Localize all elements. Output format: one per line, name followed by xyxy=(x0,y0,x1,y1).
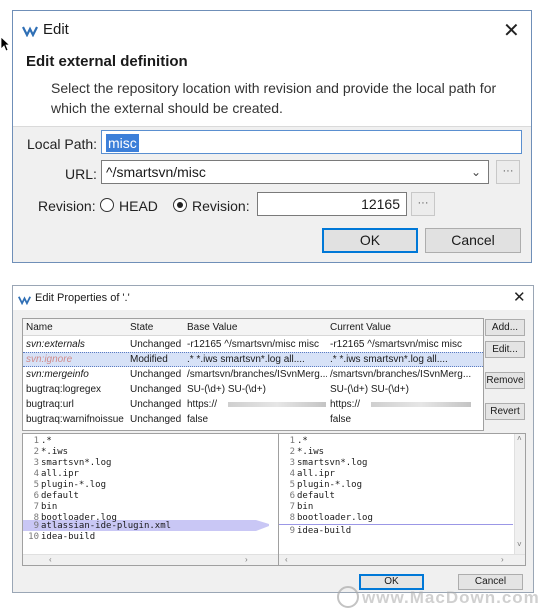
property-current-value: -r12165 ^/smartsvn/misc misc xyxy=(330,339,462,350)
redacted-url-bar xyxy=(228,402,326,407)
code-line: 3 smartsvn*.log xyxy=(33,458,112,468)
property-name: svn:externals xyxy=(26,339,85,350)
browse-revision-button[interactable]: ··· xyxy=(411,192,435,216)
remove-button[interactable]: Remove xyxy=(485,372,525,389)
head-radio[interactable] xyxy=(100,198,114,212)
revision-radio[interactable] xyxy=(173,198,187,212)
close-icon[interactable]: ✕ xyxy=(513,288,526,306)
edit-properties-dialog: Edit Properties of '.' ✕ Name State Base… xyxy=(12,285,534,593)
redacted-url-bar xyxy=(371,402,471,407)
table-row[interactable]: svn:mergeinfo Unchanged /smartsvn/branch… xyxy=(23,367,483,382)
property-state: Unchanged xyxy=(130,339,182,350)
table-row[interactable]: bugtraq:url Unchanged https:// https:// xyxy=(23,397,483,412)
local-path-label: Local Path: xyxy=(27,136,98,152)
local-path-input[interactable]: misc xyxy=(101,130,522,154)
url-combobox[interactable]: ^/smartsvn/misc xyxy=(101,160,489,184)
watermark-text: www.MacDown.com xyxy=(362,588,540,607)
property-state: Unchanged xyxy=(130,369,182,380)
code-line: 6 default xyxy=(33,491,79,501)
table-header: Name State Base Value Current Value xyxy=(23,319,483,336)
code-line: 1 .* xyxy=(33,436,52,446)
property-state: Unchanged xyxy=(130,414,182,425)
code-line: 1 .* xyxy=(289,436,308,446)
property-base-value: .* *.iws smartsvn*.log all.... xyxy=(187,354,305,365)
column-header-state[interactable]: State xyxy=(130,322,182,333)
property-name: svn:ignore xyxy=(26,354,73,365)
property-name: bugtraq:warnifnoissue xyxy=(26,414,124,425)
window-title: Edit xyxy=(43,21,69,38)
property-base-value: https:// xyxy=(187,399,218,410)
horizontal-scrollbar[interactable]: ‹ › xyxy=(279,554,525,565)
revert-button[interactable]: Revert xyxy=(485,403,525,420)
property-state: Modified xyxy=(130,354,168,365)
property-base-value: false xyxy=(187,414,209,425)
watermark-logo-icon xyxy=(337,586,359,608)
cancel-button[interactable]: Cancel xyxy=(425,228,521,253)
column-header-current-value[interactable]: Current Value xyxy=(330,322,480,333)
property-current-value: /smartsvn/branches/ISvnMerg... xyxy=(330,369,472,380)
url-value: ^/smartsvn/misc xyxy=(106,164,206,180)
revision-value: 12165 xyxy=(361,196,400,212)
column-header-base-value[interactable]: Base Value xyxy=(187,322,327,333)
property-base-value: SU-(\d+) SU-(\d+) xyxy=(187,384,266,395)
column-header-name[interactable]: Name xyxy=(26,322,126,333)
property-name: bugtraq:url xyxy=(26,399,74,410)
dialog-description: Select the repository location with revi… xyxy=(51,80,497,116)
horizontal-scrollbar[interactable]: ‹ › xyxy=(23,554,279,565)
table-row[interactable]: svn:externals Unchanged -r12165 ^/smarts… xyxy=(23,337,483,352)
revision-option-label: Revision: xyxy=(192,198,250,214)
add-button[interactable]: Add... xyxy=(485,319,525,336)
close-icon[interactable]: ✕ xyxy=(503,18,520,43)
code-line: 8 bootloader.log xyxy=(289,513,373,523)
head-option-label: HEAD xyxy=(119,198,158,214)
revision-input[interactable]: 12165 xyxy=(257,192,407,216)
code-line: 4 all.ipr xyxy=(289,469,335,479)
base-value-pane[interactable]: 1 .* 2 *.iws 3 smartsvn*.log 4 all.ipr 5 plug… xyxy=(22,433,280,566)
app-logo-icon xyxy=(22,24,38,42)
table-row[interactable]: bugtraq:logregex Unchanged SU-(\d+) SU-(… xyxy=(23,382,483,397)
url-label: URL: xyxy=(65,166,97,182)
property-name: svn:mergeinfo xyxy=(26,369,89,380)
code-line: 7 bin xyxy=(33,502,58,512)
diff-connector xyxy=(256,520,269,531)
browse-url-button[interactable]: ··· xyxy=(496,160,520,184)
code-line: 2 *.iws xyxy=(289,447,325,457)
property-name: bugtraq:logregex xyxy=(26,384,102,395)
property-current-value: .* *.iws smartsvn*.log all.... xyxy=(330,354,448,365)
property-state: Unchanged xyxy=(130,384,182,395)
code-line: 4 all.ipr xyxy=(33,469,79,479)
dialog-heading: Edit external definition xyxy=(26,53,188,70)
code-line: 5 plugin-*.log xyxy=(33,480,107,490)
code-line: 9 idea-build xyxy=(289,526,352,536)
app-logo-icon xyxy=(18,292,31,310)
vertical-scrollbar[interactable]: ˄ ˅ xyxy=(514,434,525,554)
local-path-value: misc xyxy=(106,134,139,152)
table-row[interactable]: bugtraq:warnifnoissue Unchanged false fa… xyxy=(23,412,483,427)
property-current-value: SU-(\d+) SU-(\d+) xyxy=(330,384,409,395)
property-base-value: /smartsvn/branches/ISvnMerg... xyxy=(187,369,327,380)
ok-button[interactable]: OK xyxy=(322,228,418,253)
property-current-value: false xyxy=(330,414,352,425)
mouse-cursor-icon xyxy=(0,36,11,57)
edit-external-dialog: Edit ✕ Edit external definition Select t… xyxy=(12,10,532,263)
revision-label: Revision: xyxy=(38,198,96,214)
table-row-selected[interactable]: svn:ignore Modified .* *.iws smartsvn*.l… xyxy=(23,352,483,367)
code-line: 10 idea-build xyxy=(28,532,96,542)
properties-table: Name State Base Value Current Value svn:… xyxy=(22,318,484,431)
code-line: 7 bin xyxy=(289,502,314,512)
code-line: 5 plugin-*.log xyxy=(289,480,363,490)
property-current-value: https:// xyxy=(330,399,361,410)
current-value-pane[interactable]: 1 .* 2 *.iws 3 smartsvn*.log 4 all.ipr 5 plug… xyxy=(278,433,526,566)
chevron-down-icon[interactable]: ⌄ xyxy=(471,165,481,179)
insertion-marker xyxy=(279,524,513,525)
code-line-removed: 9 atlassian-ide-plugin.xml xyxy=(33,521,172,531)
title-bar xyxy=(13,11,531,47)
code-line: 6 default xyxy=(289,491,335,501)
edit-button[interactable]: Edit... xyxy=(485,341,525,358)
code-line: 2 *.iws xyxy=(33,447,69,457)
window-title: Edit Properties of '.' xyxy=(35,292,130,304)
code-line: 3 smartsvn*.log xyxy=(289,458,368,468)
property-state: Unchanged xyxy=(130,399,182,410)
property-base-value: -r12165 ^/smartsvn/misc misc xyxy=(187,339,319,350)
